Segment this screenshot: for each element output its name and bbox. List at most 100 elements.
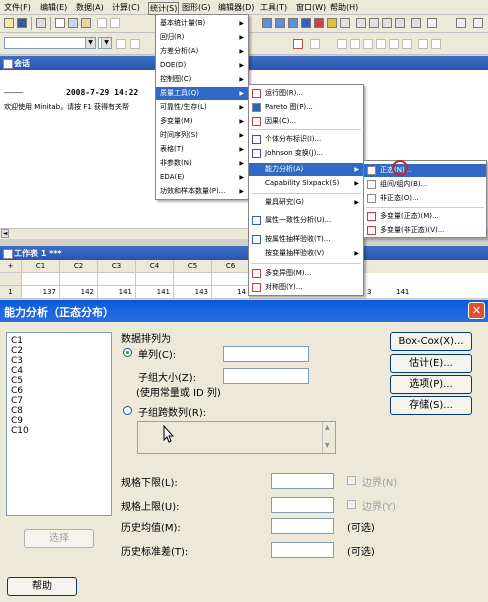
arrow-icon[interactable] — [427, 18, 437, 28]
chevron-down-icon[interactable]: ▼ — [325, 442, 330, 449]
info-icon[interactable] — [301, 18, 311, 28]
cascade-icon[interactable] — [411, 18, 421, 28]
table-cell[interactable] — [174, 273, 212, 286]
table-cell[interactable]: 141 — [98, 286, 136, 299]
chevron-up-icon[interactable]: ▲ — [325, 424, 330, 431]
qt-pareto-chart[interactable]: Pareto 图(P)... — [249, 101, 363, 114]
close-graphs-icon[interactable] — [395, 18, 405, 28]
single-column-input[interactable] — [223, 346, 309, 362]
chevron-down-icon[interactable]: ▼ — [85, 38, 95, 48]
subgroup-size-input[interactable] — [223, 368, 309, 384]
list-item[interactable]: C6 — [11, 386, 23, 396]
lsl-boundary-checkbox[interactable] — [347, 476, 356, 485]
qt-capability-sixpack[interactable]: Capability Sixpack(S) ▶ — [249, 177, 363, 190]
pencil-icon[interactable] — [116, 39, 126, 49]
table-cell[interactable] — [60, 273, 98, 286]
table-cell[interactable]: 142 — [60, 286, 98, 299]
stat-nonparametrics[interactable]: 非参数(N) ▶ — [156, 157, 248, 170]
stat-eda[interactable]: EDA(E) ▶ — [156, 171, 248, 184]
column-header[interactable]: C5 — [174, 260, 212, 273]
row-header[interactable]: 1 — [0, 286, 22, 299]
toolbar-options-icon[interactable] — [473, 18, 483, 28]
related-doc-icon[interactable] — [340, 18, 350, 28]
polygon-tool-icon[interactable] — [402, 39, 412, 49]
worksheet-titlebar[interactable]: 工作表 1 *** — [0, 246, 488, 260]
select-tool-icon[interactable] — [337, 39, 347, 49]
save-icon[interactable] — [17, 18, 27, 28]
close-icon[interactable]: ✕ — [468, 302, 485, 319]
stat-doe[interactable]: DOE(D) ▶ — [156, 59, 248, 72]
marker-tool-icon[interactable] — [431, 39, 441, 49]
stat-control-charts[interactable]: 控制图(C) ▶ — [156, 73, 248, 86]
stat-anova[interactable]: 方差分析(A) ▶ — [156, 45, 248, 58]
qt-capability-analysis[interactable]: 能力分析(A) ▶ — [249, 163, 363, 176]
table-cell[interactable] — [22, 273, 60, 286]
column-header[interactable]: C3 — [98, 260, 136, 273]
box-cox-button[interactable]: Box-Cox(X)... — [390, 332, 472, 351]
paste-icon[interactable] — [81, 18, 91, 28]
select-button[interactable]: 选择 — [24, 529, 94, 548]
session-window-icon[interactable] — [356, 18, 366, 28]
column-header[interactable]: C4 — [136, 260, 174, 273]
list-item[interactable]: C4 — [11, 366, 23, 376]
list-item[interactable]: C1 — [11, 336, 23, 346]
list-item[interactable]: C8 — [11, 406, 23, 416]
graph-layout-icon[interactable] — [262, 18, 272, 28]
table-cell[interactable]: 141 — [396, 286, 409, 298]
usl-boundary-checkbox[interactable] — [347, 500, 356, 509]
open-icon[interactable] — [4, 18, 14, 28]
table-cell[interactable]: 137 — [22, 286, 60, 299]
qt-symmetry-plot[interactable]: 对称图(Y)... — [249, 281, 363, 294]
hist-mean-input[interactable] — [271, 518, 334, 534]
region-tool-icon[interactable] — [418, 39, 428, 49]
worksheet-grid[interactable]: + C1 C2 C3 C4 C5 C6 1 137 142 141 141 14… — [0, 260, 488, 299]
table-cell[interactable]: 3 — [367, 286, 371, 298]
menu-editor[interactable]: 编辑器(D) — [218, 2, 254, 13]
menu-tools[interactable]: 工具(T) — [260, 2, 287, 13]
rectangle-tool-icon[interactable] — [363, 39, 373, 49]
qt-cause-effect[interactable]: 因果(C)... — [249, 115, 363, 128]
column-header[interactable]: C2 — [60, 260, 98, 273]
ellipse-tool-icon[interactable] — [376, 39, 386, 49]
list-item[interactable]: C2 — [11, 346, 23, 356]
list-item[interactable]: C5 — [11, 376, 23, 386]
stat-reliability[interactable]: 可靠性/生存(L) ▶ — [156, 101, 248, 114]
menu-edit[interactable]: 编辑(E) — [40, 2, 67, 13]
delete-icon[interactable] — [293, 39, 303, 49]
report-pad-icon[interactable] — [327, 18, 337, 28]
table-cell[interactable]: 141 — [136, 286, 174, 299]
menu-help[interactable]: 帮助(H) — [330, 2, 358, 13]
copy-icon[interactable] — [68, 18, 78, 28]
cursor-icon[interactable] — [130, 39, 140, 49]
help-button[interactable]: 帮助 — [7, 577, 77, 596]
options-button[interactable]: 选项(P)... — [390, 375, 472, 394]
line-tool-icon[interactable] — [389, 39, 399, 49]
chevron-down-icon[interactable]: ▼ — [101, 38, 111, 48]
stat-tables[interactable]: 表格(T) ▶ — [156, 143, 248, 156]
usl-input[interactable] — [271, 497, 334, 513]
scroll-left-icon[interactable]: ◄ — [1, 229, 9, 238]
project-manager-icon[interactable] — [288, 18, 298, 28]
menu-window[interactable]: 窗口(W) — [296, 2, 326, 13]
estimate-button[interactable]: 估计(E)... — [390, 354, 472, 373]
column-header[interactable]: C1 — [22, 260, 60, 273]
menu-calc[interactable]: 计算(C) — [112, 2, 140, 13]
redo-icon[interactable] — [110, 18, 120, 28]
table-cell[interactable] — [212, 273, 250, 286]
function-icon[interactable] — [456, 18, 466, 28]
undo-icon[interactable] — [97, 18, 107, 28]
stat-time-series[interactable]: 时间序列(S) ▶ — [156, 129, 248, 142]
menu-graph[interactable]: 图形(G) — [182, 2, 210, 13]
stat-multivariate[interactable]: 多变量(M) ▶ — [156, 115, 248, 128]
lsl-input[interactable] — [271, 473, 334, 489]
qt-individual-distribution[interactable]: 个体分布标识(I)... — [249, 133, 363, 146]
list-item[interactable]: C3 — [11, 356, 23, 366]
text-tool-icon[interactable] — [350, 39, 360, 49]
worksheet-icon[interactable] — [275, 18, 285, 28]
stat-power-sample-size[interactable]: 功效和样本数量(P)... ▶ — [156, 185, 248, 198]
stat-regression[interactable]: 回归(R) ▶ — [156, 31, 248, 44]
qt-johnson-transform[interactable]: Johnson 变换(J)... — [249, 147, 363, 160]
cap-multivariate-normal[interactable]: 多变量(正态)(M)... — [364, 210, 486, 223]
table-cell[interactable] — [98, 273, 136, 286]
qt-gage-study[interactable]: 量具研究(G) ▶ — [249, 196, 363, 209]
